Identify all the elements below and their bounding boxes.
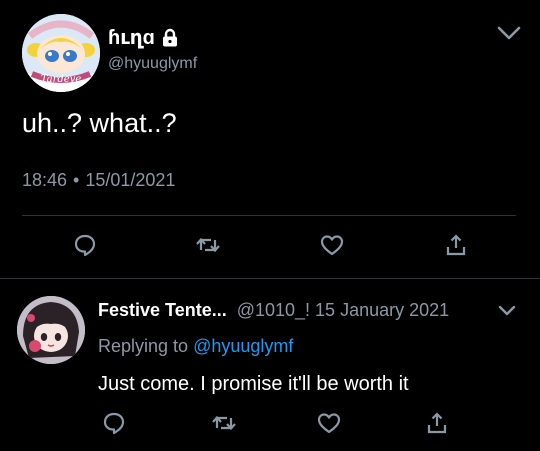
like-icon[interactable]	[319, 232, 345, 258]
lock-icon	[162, 28, 177, 47]
replying-to: Replying to @hyuuglymf	[98, 334, 293, 358]
share-icon[interactable]	[443, 232, 469, 258]
display-name[interactable]: ɦւղɑ	[108, 26, 179, 50]
tweet-date: 15/01/2021	[85, 170, 176, 190]
chevron-down-icon[interactable]	[497, 303, 517, 319]
powerpuff-avatar-icon: Tardeve	[22, 14, 100, 92]
user-handle[interactable]: @hyuuglymf	[108, 54, 197, 74]
reply-text: Just come. I promise it'll be worth it	[98, 373, 409, 395]
chevron-down-icon[interactable]	[496, 22, 522, 44]
replying-to-label: Replying to	[98, 336, 189, 356]
tweet-timestamp[interactable]: 18:46 • 15/01/2021	[22, 168, 175, 192]
retweet-icon[interactable]	[195, 232, 221, 258]
like-icon[interactable]	[316, 410, 342, 436]
share-icon[interactable]	[424, 410, 450, 436]
divider	[22, 215, 516, 216]
reply-date[interactable]: 15 January 2021	[315, 298, 449, 322]
reply-icon[interactable]	[101, 410, 127, 436]
reply-header: Festive Tente... @1010_! 15 January 2021	[98, 298, 449, 322]
svg-text:Tardeve: Tardeve	[41, 74, 82, 85]
reply-display-name[interactable]: Festive Tente...	[98, 298, 227, 322]
anime-character-avatar-icon	[17, 296, 85, 364]
retweet-icon[interactable]	[211, 410, 237, 436]
tweet-text: uh..? what..?	[22, 108, 177, 138]
mention-link[interactable]: @hyuuglymf	[193, 336, 293, 356]
divider	[0, 278, 540, 279]
avatar[interactable]: Tardeve	[22, 14, 100, 92]
reply-handle[interactable]: @1010_!	[237, 298, 310, 322]
avatar[interactable]	[17, 296, 85, 364]
tweet-time: 18:46	[22, 170, 68, 190]
reply-icon[interactable]	[72, 232, 98, 258]
meta-separator: •	[73, 170, 80, 190]
display-name-text: ɦւղɑ	[108, 27, 155, 49]
